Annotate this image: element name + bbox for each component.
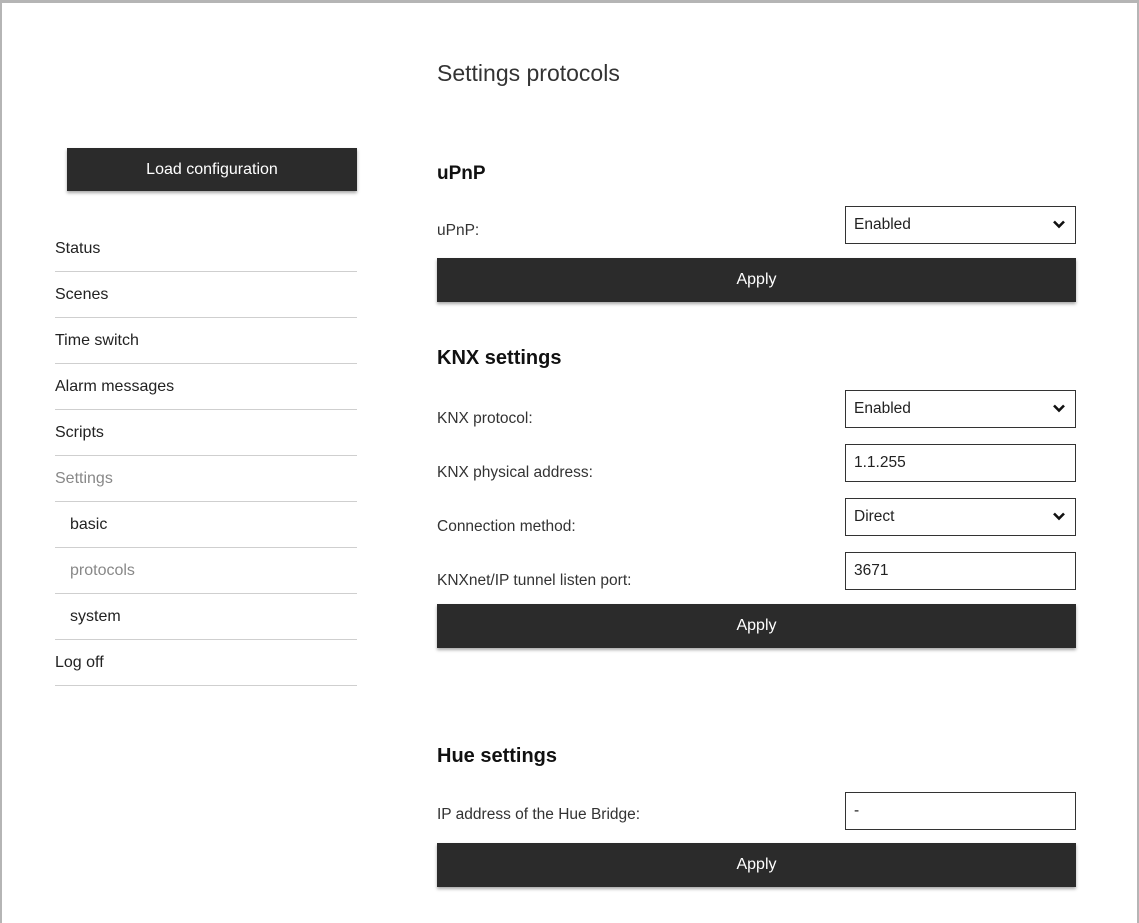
tunnel-listen-port-label: KNXnet/IP tunnel listen port: <box>437 572 632 589</box>
hue-bridge-ip-input[interactable]: - <box>845 792 1076 830</box>
knx-protocol-select[interactable]: Enabled <box>845 390 1076 428</box>
load-configuration-button[interactable]: Load configuration <box>67 148 357 191</box>
sidebar-item-settings[interactable]: Settings <box>55 456 357 502</box>
chevron-down-icon <box>1053 404 1065 413</box>
knx-apply-button[interactable]: Apply <box>437 604 1076 648</box>
sidebar-item-basic[interactable]: basic <box>55 502 357 548</box>
upnp-label: uPnP: <box>437 222 480 239</box>
upnp-section-title: uPnP <box>437 163 486 184</box>
sidebar-item-scenes[interactable]: Scenes <box>55 272 357 318</box>
knx-protocol-select-value: Enabled <box>854 400 911 417</box>
knx-physical-address-label: KNX physical address: <box>437 464 593 481</box>
tunnel-listen-port-input[interactable]: 3671 <box>845 552 1076 590</box>
chevron-down-icon <box>1053 220 1065 229</box>
hue-bridge-ip-value: - <box>854 802 860 819</box>
hue-bridge-ip-label: IP address of the Hue Bridge: <box>437 806 641 823</box>
sidebar-item-system[interactable]: system <box>55 594 357 640</box>
sidebar-item-log-off[interactable]: Log off <box>55 640 357 686</box>
sidebar-item-protocols[interactable]: protocols <box>55 548 357 594</box>
upnp-apply-button[interactable]: Apply <box>437 258 1076 302</box>
knx-section-title: KNX settings <box>437 347 562 369</box>
connection-method-select-value: Direct <box>854 508 895 525</box>
tunnel-listen-port-value: 3671 <box>854 562 889 579</box>
connection-method-select[interactable]: Direct <box>845 498 1076 536</box>
hue-apply-button[interactable]: Apply <box>437 843 1076 887</box>
knx-protocol-label: KNX protocol: <box>437 410 533 427</box>
sidebar-item-alarm-messages[interactable]: Alarm messages <box>55 364 357 410</box>
upnp-select[interactable]: Enabled <box>845 206 1076 244</box>
page-title: Settings protocols <box>437 60 620 86</box>
knx-physical-address-input[interactable]: 1.1.255 <box>845 444 1076 482</box>
chevron-down-icon <box>1053 512 1065 521</box>
sidebar-item-scripts[interactable]: Scripts <box>55 410 357 456</box>
sidebar-item-status[interactable]: Status <box>55 226 357 272</box>
hue-section-title: Hue settings <box>437 745 558 767</box>
connection-method-label: Connection method: <box>437 518 576 535</box>
sidebar-item-time-switch[interactable]: Time switch <box>55 318 357 364</box>
knx-physical-address-value: 1.1.255 <box>854 454 906 471</box>
upnp-select-value: Enabled <box>854 216 911 233</box>
sidebar-nav: Status Scenes Time switch Alarm messages… <box>55 226 357 686</box>
